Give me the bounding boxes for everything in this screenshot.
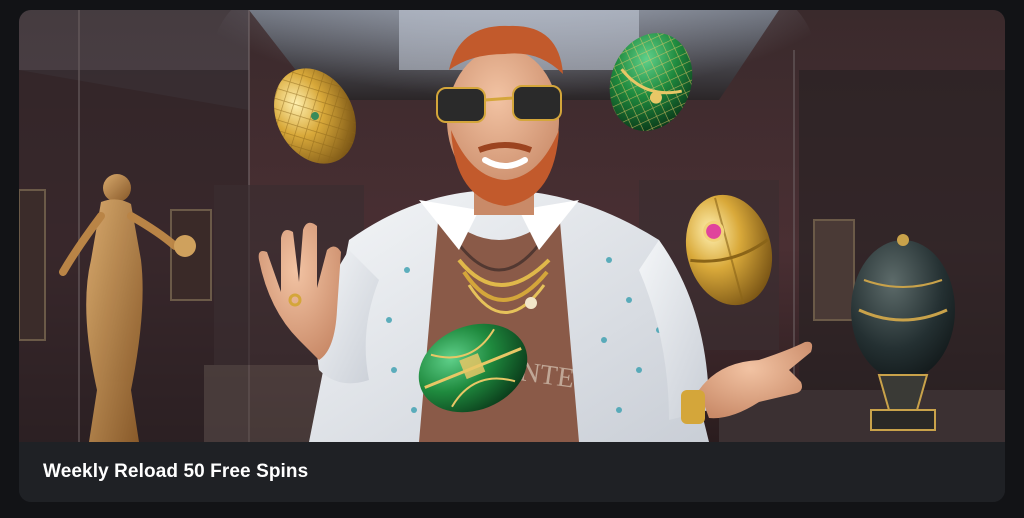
- promo-illustration: NTE: [19, 10, 1005, 442]
- promo-card[interactable]: NTE Weekly Reload 50 Free Spins: [19, 10, 1005, 502]
- page: NTE Weekly Reload 50 Free Spins: [0, 0, 1024, 518]
- promo-title[interactable]: Weekly Reload 50 Free Spins: [43, 461, 308, 483]
- promo-caption-bar: Weekly Reload 50 Free Spins: [19, 442, 1005, 502]
